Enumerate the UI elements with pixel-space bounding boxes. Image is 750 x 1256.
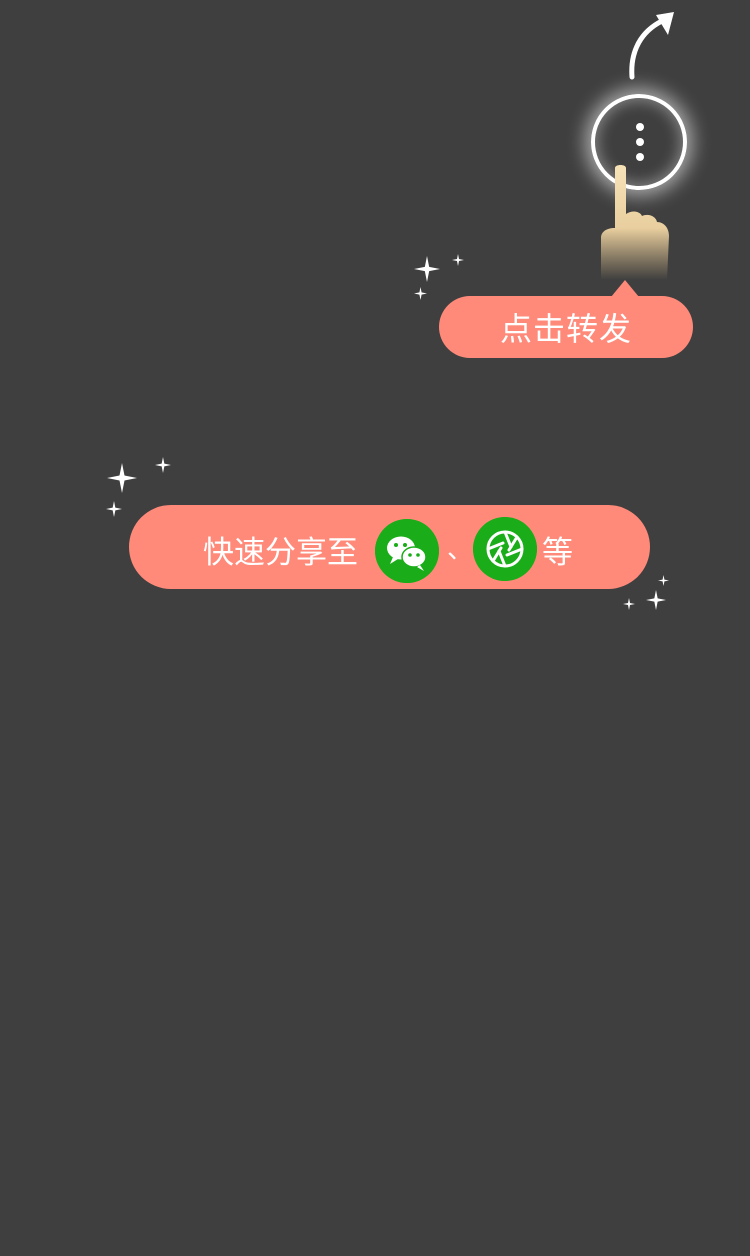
pointing-hand-icon bbox=[601, 165, 669, 280]
sparkle-icon bbox=[414, 287, 427, 300]
forward-tooltip-label: 点击转发 bbox=[499, 310, 632, 348]
menu-dot-icon bbox=[636, 153, 644, 161]
sparkle-icon bbox=[658, 575, 669, 586]
share-banner: 快速分享至 、 等 bbox=[129, 505, 650, 589]
share-separator: 、 bbox=[447, 535, 474, 565]
share-suffix-text: 等 bbox=[542, 535, 573, 571]
sparkle-icon bbox=[623, 598, 635, 610]
sparkle-icon bbox=[646, 590, 666, 610]
menu-dot-icon bbox=[636, 123, 644, 131]
curved-arrow-icon bbox=[629, 12, 674, 80]
wechat-icon bbox=[375, 519, 439, 583]
sparkle-icon bbox=[414, 256, 440, 282]
moments-icon bbox=[473, 517, 537, 581]
sparkle-icon bbox=[106, 501, 122, 517]
sparkle-icon bbox=[107, 463, 137, 493]
share-prefix-text: 快速分享至 bbox=[203, 535, 358, 571]
sparkle-icon bbox=[452, 254, 464, 266]
sparkle-icon bbox=[155, 457, 171, 473]
menu-dot-icon bbox=[636, 138, 644, 146]
forward-tooltip: 点击转发 bbox=[439, 280, 693, 358]
